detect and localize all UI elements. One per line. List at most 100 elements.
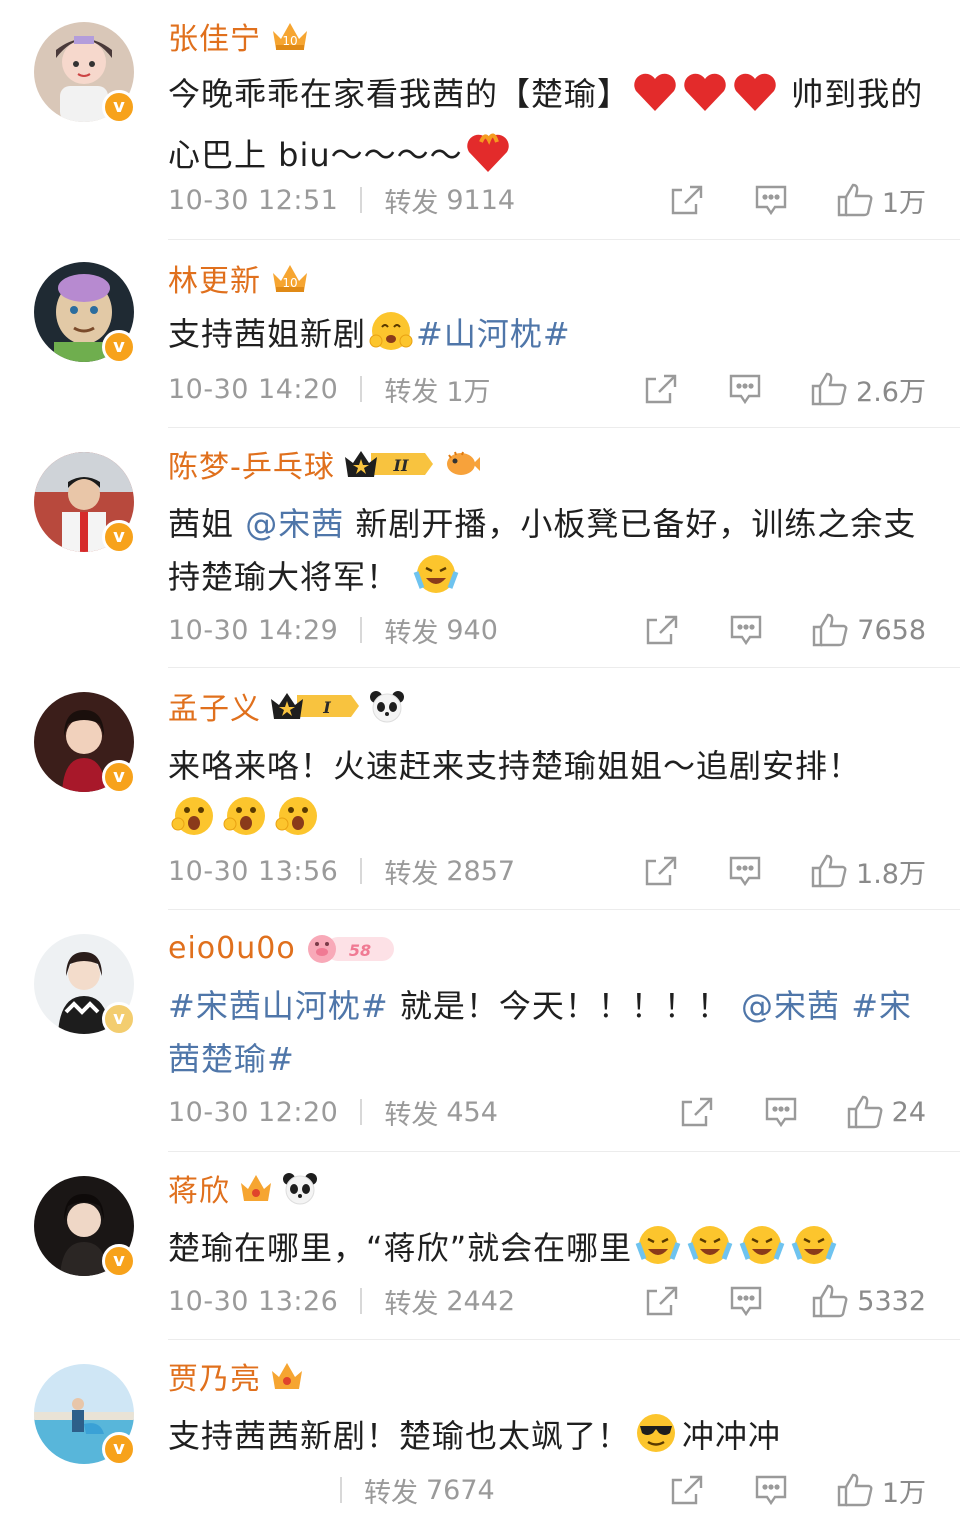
crying-laughing-emoji-icon bbox=[412, 552, 460, 612]
share-button[interactable] bbox=[644, 855, 678, 887]
username[interactable]: 林更新 bbox=[168, 256, 261, 300]
like-count: 7658 bbox=[857, 614, 926, 646]
crown-badge-icon: 10 bbox=[269, 261, 311, 295]
repost-label: 转发 bbox=[364, 1477, 418, 1509]
like-count: 1万 bbox=[881, 187, 926, 219]
repost-label: 转发 bbox=[384, 1099, 439, 1131]
username[interactable]: 张佳宁 bbox=[168, 14, 261, 58]
repost-label: 转发 bbox=[384, 376, 439, 408]
comment-button[interactable] bbox=[729, 1285, 763, 1317]
topic-tag[interactable]: #宋茜山河枕# bbox=[168, 987, 389, 1025]
like-button[interactable]: 7658 bbox=[811, 612, 926, 648]
like-button[interactable]: 1.8万 bbox=[810, 852, 926, 891]
meta-divider bbox=[360, 858, 363, 884]
username[interactable]: 蒋欣 bbox=[168, 1166, 230, 1210]
like-button[interactable]: 2.6万 bbox=[810, 370, 926, 409]
pig-level-badge-icon: 58 bbox=[304, 931, 396, 965]
svg-text:58: 58 bbox=[349, 941, 371, 960]
hug-emoji-icon bbox=[368, 309, 414, 369]
post-meta: 10-30 14:29 转发 940 7658 bbox=[168, 610, 926, 650]
crown-badge-icon bbox=[238, 1171, 274, 1205]
meta-divider bbox=[360, 376, 363, 402]
level-badge-icon: II bbox=[343, 447, 435, 481]
share-button[interactable] bbox=[680, 1096, 714, 1128]
like-count: 24 bbox=[891, 1096, 926, 1128]
cool-sunglasses-emoji-icon bbox=[632, 1411, 680, 1471]
share-button[interactable] bbox=[670, 184, 704, 216]
level-badge-icon: I bbox=[269, 689, 361, 723]
panda-icon bbox=[369, 689, 405, 723]
verified-badge-icon: v bbox=[102, 760, 136, 794]
like-button[interactable]: 24 bbox=[846, 1094, 926, 1130]
heart-emoji-icon bbox=[632, 71, 678, 129]
comment-text: 来咯来咯！火速赶来支持楚瑜姐姐～追剧安排！ bbox=[168, 740, 928, 854]
verified-badge-icon: v bbox=[102, 1002, 136, 1036]
like-count: 1.8万 bbox=[856, 858, 926, 890]
like-count: 2.6万 bbox=[856, 376, 926, 408]
timestamp: 10-30 12:51 bbox=[168, 184, 339, 216]
share-button[interactable] bbox=[670, 1474, 704, 1506]
svg-text:10: 10 bbox=[282, 34, 297, 48]
mention-link[interactable]: @宋茜 bbox=[741, 987, 840, 1025]
heart-emoji-icon bbox=[732, 71, 778, 129]
comment-text: #宋茜山河枕# 就是！今天！！！！！ @宋茜 #宋茜楚瑜# bbox=[168, 987, 913, 1078]
username[interactable]: eio0u0o bbox=[168, 931, 296, 966]
meta-divider bbox=[360, 187, 363, 213]
meta-divider bbox=[360, 1099, 363, 1125]
crying-laughing-emoji-icon bbox=[738, 1223, 786, 1283]
verified-badge-icon: v bbox=[102, 520, 136, 554]
like-button[interactable]: 1万 bbox=[836, 181, 926, 220]
share-button[interactable] bbox=[645, 614, 679, 646]
meta-divider bbox=[360, 1288, 363, 1314]
list-item: v 张佳宁 10 今晚乖乖在家看我茜的【楚瑜】 帅到我的心巴上 biu～～～～ … bbox=[0, 0, 960, 240]
timestamp: 10-30 13:56 bbox=[168, 855, 339, 887]
username[interactable]: 陈梦-乒乓球 bbox=[168, 442, 335, 486]
meta-divider bbox=[360, 617, 363, 643]
comment-button[interactable] bbox=[729, 614, 763, 646]
post-meta: 10-30 14:20 转发 1万 2.6万 bbox=[168, 369, 926, 409]
repost-label: 转发 bbox=[384, 1288, 439, 1320]
username[interactable]: 孟子义 bbox=[168, 684, 261, 728]
share-button[interactable] bbox=[645, 1285, 679, 1317]
comment-button[interactable] bbox=[764, 1096, 798, 1128]
heart-emoji-icon bbox=[682, 71, 728, 129]
username[interactable]: 贾乃亮 bbox=[168, 1354, 261, 1398]
like-button[interactable]: 1万 bbox=[836, 1471, 926, 1510]
crying-laughing-emoji-icon bbox=[634, 1223, 682, 1283]
timestamp: 10-30 13:26 bbox=[168, 1285, 339, 1317]
surprised-emoji-icon bbox=[222, 794, 270, 854]
list-item: v 蒋欣 楚瑜在哪里，“蒋欣”就会在哪里 10-30 13:26 转发 2442… bbox=[0, 1152, 960, 1340]
comment-button[interactable] bbox=[728, 855, 762, 887]
verified-badge-icon: v bbox=[102, 1432, 136, 1466]
verified-badge-icon: v bbox=[102, 330, 136, 364]
verified-badge-icon: v bbox=[102, 90, 136, 124]
comment-text: 支持茜姐新剧 #山河枕# bbox=[168, 308, 928, 369]
pufferfish-icon bbox=[443, 449, 481, 479]
meta-divider bbox=[340, 1477, 342, 1503]
share-button[interactable] bbox=[644, 373, 678, 405]
comment-feed: v 张佳宁 10 今晚乖乖在家看我茜的【楚瑜】 帅到我的心巴上 biu～～～～ … bbox=[0, 0, 960, 1521]
like-count: 5332 bbox=[857, 1285, 926, 1317]
post-meta: 10-30 13:26 转发 2442 5332 bbox=[168, 1281, 926, 1321]
mention-link[interactable]: @宋茜 bbox=[245, 505, 344, 543]
comment-button[interactable] bbox=[728, 373, 762, 405]
repost-label: 转发 bbox=[384, 187, 439, 219]
like-button[interactable]: 5332 bbox=[811, 1283, 926, 1319]
comment-text: 楚瑜在哪里，“蒋欣”就会在哪里 bbox=[168, 1222, 928, 1283]
list-item: v 林更新 10 支持茜姐新剧 #山河枕# 10-30 14:20 转发 1万 2… bbox=[0, 240, 960, 428]
comment-button[interactable] bbox=[754, 1474, 788, 1506]
repost-count: 1万 bbox=[446, 376, 491, 408]
repost-count: 2857 bbox=[446, 855, 516, 887]
comment-button[interactable] bbox=[754, 184, 788, 216]
crown-badge-icon bbox=[269, 1359, 305, 1393]
topic-tag[interactable]: #山河枕# bbox=[416, 315, 571, 353]
verified-badge-icon: v bbox=[102, 1244, 136, 1278]
crying-laughing-emoji-icon bbox=[686, 1223, 734, 1283]
timestamp: 10-30 14:20 bbox=[168, 373, 339, 405]
repost-count: 2442 bbox=[446, 1285, 516, 1317]
panda-icon bbox=[282, 1171, 318, 1205]
svg-text:II: II bbox=[392, 456, 408, 475]
post-meta: 10-30 13:56 转发 2857 1.8万 bbox=[168, 851, 926, 891]
list-item: v 贾乃亮 支持茜茜新剧！楚瑜也太飒了！ 冲冲冲 转发 7674 1万 bbox=[0, 1340, 960, 1521]
repost-count: 7674 bbox=[426, 1474, 495, 1506]
